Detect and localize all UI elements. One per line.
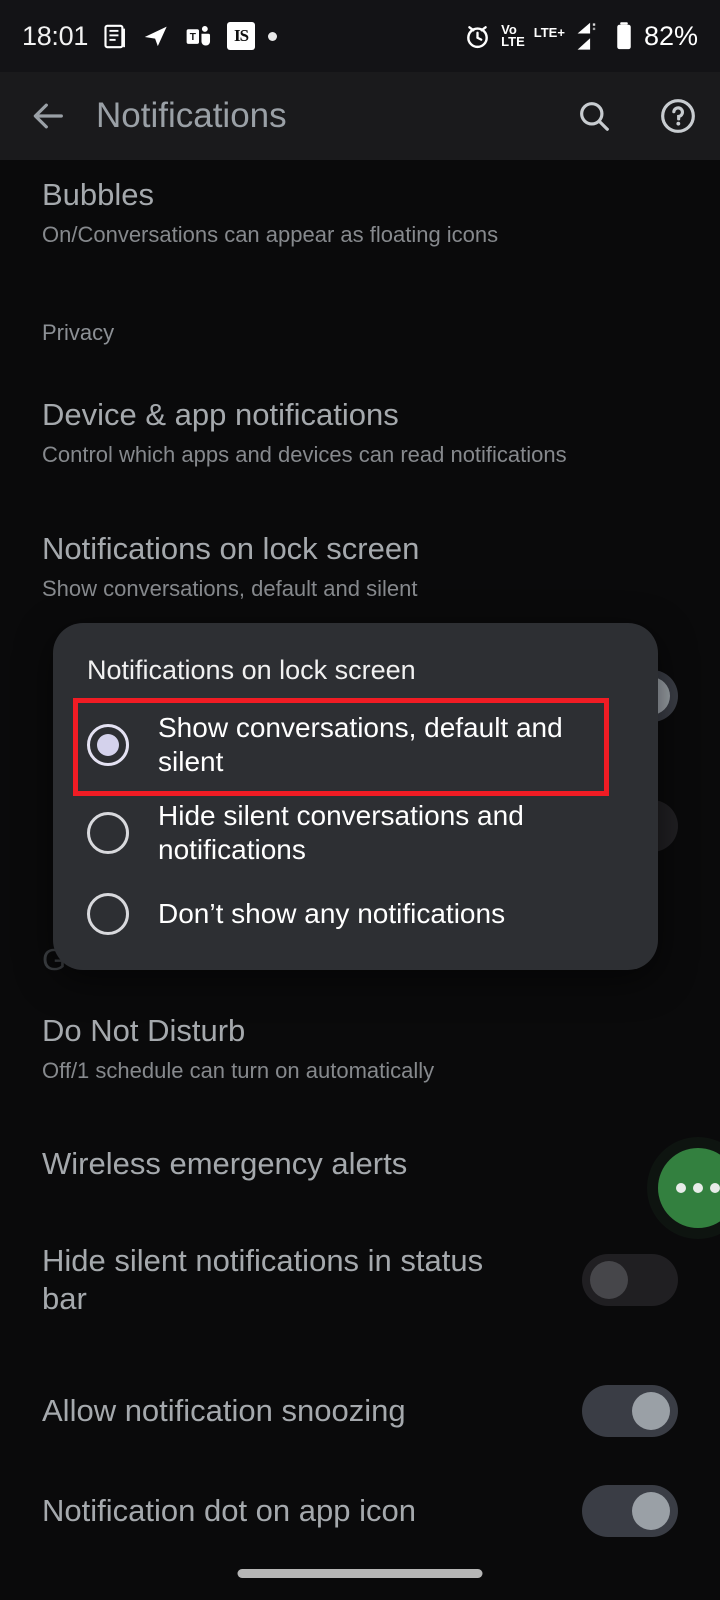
lock-screen-subtitle: Show conversations, default and silent xyxy=(42,575,418,601)
signal-bars-icon xyxy=(574,21,605,52)
status-bar-left: 18:01 T IS xyxy=(22,20,278,52)
notification-dot-title: Notification dot on app icon xyxy=(42,1493,416,1529)
search-icon xyxy=(580,102,609,131)
volte-bottom-label: LTE xyxy=(501,34,525,49)
device-app-notifications-title: Device & app notifications xyxy=(42,397,399,432)
microsoft-teams-icon: T xyxy=(184,23,214,50)
alarm-clock-icon xyxy=(463,22,492,51)
setting-row-wireless-emergency-alerts[interactable]: Wireless emergency alerts xyxy=(0,1145,720,1183)
search-button[interactable] xyxy=(552,97,636,135)
section-header-privacy: Privacy xyxy=(0,320,720,346)
telegram-paper-plane-icon xyxy=(141,23,171,50)
gesture-home-handle[interactable] xyxy=(237,1569,483,1578)
lock-screen-title: Notifications on lock screen xyxy=(42,531,420,566)
bubbles-subtitle: On/Conversations can appear as floating … xyxy=(42,221,499,247)
help-circle-icon xyxy=(661,99,695,133)
wireless-emergency-alerts-title: Wireless emergency alerts xyxy=(42,1146,408,1181)
clock-time: 18:01 xyxy=(22,20,89,51)
device-app-notifications-subtitle: Control which apps and devices can read … xyxy=(42,441,567,467)
dialog-radio-group: Show conversations, default and silent H… xyxy=(53,701,658,951)
back-arrow-icon xyxy=(33,103,63,129)
radio-option-show-all[interactable]: Show conversations, default and silent xyxy=(53,701,658,789)
notification-dot-toggle[interactable] xyxy=(582,1485,678,1537)
news-document-icon xyxy=(101,23,128,50)
radio-button-unselected-icon[interactable] xyxy=(87,893,129,935)
radio-option-show-none-label: Don’t show any notifications xyxy=(158,897,506,929)
setting-row-do-not-disturb[interactable]: Do Not Disturb Off/1 schedule can turn o… xyxy=(0,1012,720,1084)
three-dots-icon xyxy=(710,1183,720,1193)
radio-button-unselected-icon[interactable] xyxy=(87,812,129,854)
notification-dot-icon xyxy=(268,31,278,41)
bubbles-title: Bubbles xyxy=(42,177,155,212)
app-bar: Notifications xyxy=(0,72,720,160)
radio-option-hide-silent[interactable]: Hide silent conversations and notificati… xyxy=(53,789,658,877)
privacy-header-label: Privacy xyxy=(42,320,115,345)
radio-option-show-all-label: Show conversations, default and silent xyxy=(158,711,563,777)
radio-option-show-none[interactable]: Don’t show any notifications xyxy=(53,877,658,951)
back-button[interactable] xyxy=(0,96,96,136)
setting-row-device-app-notifications[interactable]: Device & app notifications Control which… xyxy=(0,396,720,468)
setting-row-bubbles[interactable]: Bubbles On/Conversations can appear as f… xyxy=(0,176,720,248)
setting-row-allow-notification-snoozing[interactable]: Allow notification snoozing xyxy=(0,1385,720,1437)
allow-snoozing-title: Allow notification snoozing xyxy=(42,1393,406,1429)
setting-row-notification-dot[interactable]: Notification dot on app icon xyxy=(0,1485,720,1537)
phone-screen: 18:01 T IS Vo LTE LTE+ 82% Notifications… xyxy=(0,0,720,1600)
radio-option-hide-silent-label: Hide silent conversations and notificati… xyxy=(158,799,524,865)
status-bar: 18:01 T IS Vo LTE LTE+ 82% xyxy=(0,0,720,72)
page-title: Notifications xyxy=(96,96,287,135)
three-dots-icon xyxy=(693,1183,703,1193)
lte-plus-icon: LTE+ xyxy=(534,26,565,39)
lock-screen-notifications-dialog: Notifications on lock screen Show conver… xyxy=(53,623,658,970)
lte-plus-label: LTE+ xyxy=(533,24,565,40)
is-app-icon: IS xyxy=(227,22,256,50)
dialog-title: Notifications on lock screen xyxy=(87,655,416,685)
help-button[interactable] xyxy=(636,96,720,136)
battery-percent-label: 82% xyxy=(643,20,698,51)
hide-silent-toggle[interactable] xyxy=(582,1253,678,1306)
volte-icon: Vo LTE xyxy=(501,22,525,49)
do-not-disturb-title: Do Not Disturb xyxy=(42,1013,246,1048)
svg-text:T: T xyxy=(190,32,197,43)
radio-button-selected-icon[interactable] xyxy=(87,724,129,766)
status-bar-right: Vo LTE LTE+ 82% xyxy=(463,21,698,52)
hide-silent-title: Hide silent notifications in status bar xyxy=(42,1243,484,1316)
do-not-disturb-subtitle: Off/1 schedule can turn on automatically xyxy=(42,1057,435,1083)
setting-row-hide-silent-notifications[interactable]: Hide silent notifications in status bar xyxy=(0,1242,720,1318)
allow-snoozing-toggle[interactable] xyxy=(582,1385,678,1437)
three-dots-icon xyxy=(676,1183,686,1193)
battery-icon xyxy=(614,21,634,51)
setting-row-notifications-on-lock-screen[interactable]: Notifications on lock screen Show conver… xyxy=(0,530,720,602)
